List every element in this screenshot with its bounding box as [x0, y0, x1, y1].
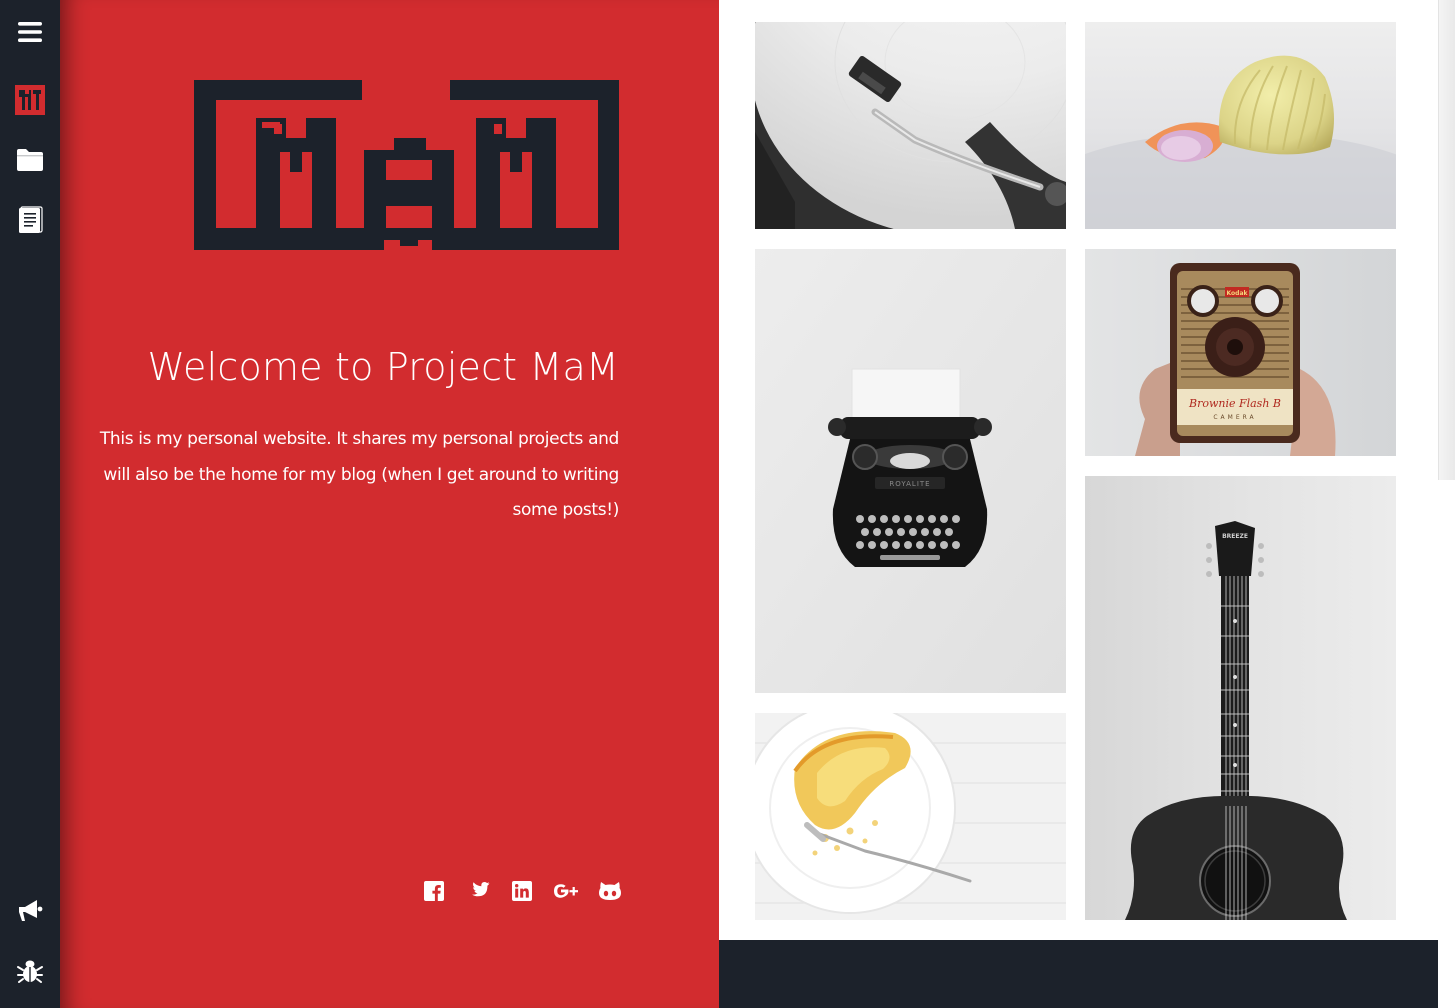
megaphone-icon	[16, 897, 44, 925]
page: Welcome to Project MaM This is my person…	[0, 0, 1455, 1008]
footer-bar	[719, 940, 1438, 1008]
github-icon	[598, 880, 622, 906]
gallery-tile-record-player[interactable]	[755, 22, 1066, 229]
hero-panel: Welcome to Project MaM This is my person…	[60, 0, 719, 1008]
typewriter-brand: ROYALITE	[889, 480, 930, 488]
site-logo	[194, 80, 619, 250]
page-title: Welcome to Project MaM	[147, 345, 619, 389]
google-plus-link[interactable]	[553, 880, 579, 906]
sidebar	[0, 0, 60, 1008]
mam-logo-icon	[15, 85, 45, 115]
camera-subtext: CAMERA	[1213, 414, 1256, 421]
intro-text: This is my personal website. It shares m…	[99, 429, 619, 520]
facebook-icon	[424, 881, 444, 905]
gallery-tile-camera[interactable]: Kodak Brownie Flash B CAMERA	[1085, 249, 1396, 456]
guitar-brand: BREEZE	[1222, 533, 1248, 540]
linkedin-icon	[512, 881, 532, 905]
twitter-link[interactable]	[466, 880, 490, 906]
projects-button[interactable]	[0, 138, 60, 182]
facebook-link[interactable]	[423, 880, 445, 906]
google-plus-icon	[553, 882, 579, 904]
document-icon	[17, 206, 43, 234]
blog-button[interactable]	[0, 198, 60, 242]
image-gallery: ROYALITE Kodak Brownie Flash B CAMERA BR…	[719, 0, 1438, 940]
menu-button[interactable]	[0, 10, 60, 54]
scrollbar[interactable]	[1438, 0, 1455, 1008]
announcements-button[interactable]	[0, 889, 60, 933]
gallery-tile-cake[interactable]	[755, 713, 1066, 920]
social-links	[423, 880, 621, 906]
linkedin-link[interactable]	[511, 880, 533, 906]
bug-icon	[16, 957, 44, 985]
home-button[interactable]	[0, 78, 60, 122]
scrollbar-thumb[interactable]	[1438, 0, 1455, 480]
gallery-tile-guitar[interactable]: BREEZE	[1085, 476, 1396, 920]
github-link[interactable]	[599, 880, 621, 906]
folder-icon	[16, 148, 44, 172]
menu-icon	[17, 20, 43, 44]
twitter-icon	[466, 881, 490, 905]
gallery-tile-typewriter[interactable]: ROYALITE	[755, 249, 1066, 693]
camera-brand: Kodak	[1227, 290, 1249, 297]
report-bug-button[interactable]	[0, 949, 60, 993]
camera-model: Brownie Flash B	[1188, 397, 1281, 410]
gallery-tile-seashells[interactable]	[1085, 22, 1396, 229]
